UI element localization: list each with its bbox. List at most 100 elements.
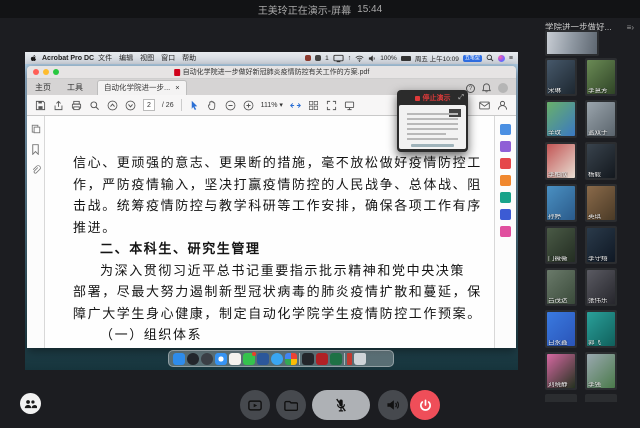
fit-width-icon[interactable] [290,100,301,111]
participant-tile[interactable]: 蓝双子 [585,100,617,138]
bookmarks-panel-icon[interactable] [31,144,40,155]
previous-page-icon[interactable] [107,100,118,111]
display-mirroring-icon[interactable] [333,53,344,64]
dock-icon[interactable] [271,353,283,365]
participant-tile[interactable]: 杨毅 [585,142,617,180]
tab-home[interactable]: 主页 [27,80,59,95]
menubar-menu-item[interactable]: 文件 [98,53,112,63]
mail-icon[interactable] [479,100,490,111]
dock-icon[interactable] [344,353,345,365]
participant-tile[interactable]: 李慧芳 [585,58,617,96]
save-icon[interactable] [35,100,46,111]
share-content-button[interactable] [276,390,306,420]
participant-name: 李柏欣 [548,172,568,179]
participant-tile[interactable]: 刘晓静 [545,352,577,390]
participant-tile[interactable]: 门薇薇 [545,226,577,264]
minimize-window-button[interactable] [43,69,49,75]
tool-icon[interactable] [500,124,511,135]
siri-icon[interactable] [498,55,505,62]
participants-logo-button[interactable] [20,393,41,414]
expand-icon[interactable]: ⤢ [458,94,464,101]
stop-share-button[interactable]: 停止演示 [423,93,451,103]
dock-icon[interactable] [243,353,255,365]
wifi-icon[interactable] [355,55,364,62]
menubar-menu-item[interactable]: 编辑 [119,53,133,63]
search-icon[interactable] [89,100,100,111]
status-icon-b[interactable] [315,55,321,61]
print-icon[interactable] [71,100,82,111]
dock-icon[interactable] [347,353,352,365]
participant-tile[interactable]: 郭飞 [585,310,617,348]
participant-tile[interactable]: 张伟乐 [585,268,617,306]
upload-arrow-icon[interactable]: ↑ [348,55,352,62]
next-page-icon[interactable] [125,100,136,111]
page-number-input[interactable]: 2 [143,99,155,111]
zoom-out-icon[interactable] [225,100,236,111]
participant-tile[interactable]: 辛玟 [545,100,577,138]
dock-icon[interactable] [187,353,199,365]
dock-icon[interactable] [215,353,227,365]
fullscreen-icon[interactable] [326,100,337,111]
zoom-level-select[interactable]: 111% ▾ [261,101,283,109]
volume-icon[interactable] [368,55,376,62]
participant-tile[interactable]: 白永鑫 [545,310,577,348]
participant-tile[interactable]: 李柏欣 [545,142,577,180]
menubar-menu-item[interactable]: 帮助 [182,53,196,63]
control-center-icon[interactable]: ≡ [509,55,513,62]
participant-tile-partial[interactable] [585,394,617,402]
participant-tile[interactable]: 英琪 [585,184,617,222]
tool-icon[interactable] [500,158,511,169]
participant-tile[interactable]: 李守翔 [585,226,617,264]
layout-toggle-icon[interactable]: ≡› [627,23,634,32]
dock-icon[interactable] [354,353,366,365]
presentation-icon[interactable] [344,100,355,111]
page-thumbnails-icon[interactable] [308,100,319,111]
spotlight-search-icon[interactable] [486,54,494,62]
page-thumbnails-panel-icon[interactable] [31,124,41,134]
tool-icon[interactable] [500,226,511,237]
account-avatar[interactable] [498,83,508,93]
dock-icon[interactable] [316,353,328,365]
notifications-bell-icon[interactable] [482,83,491,93]
dock-icon[interactable] [285,353,297,365]
menubar-clock[interactable]: 周五 上午10:09 [415,53,459,63]
tool-icon[interactable] [500,175,511,186]
zoom-in-icon[interactable] [243,100,254,111]
speaker-button[interactable] [378,390,408,420]
camera-toggle-button[interactable] [240,390,270,420]
zoom-window-button[interactable] [53,69,59,75]
stop-share-window[interactable]: 停止演示 ⤢ [397,90,468,152]
participant-tile[interactable]: 孙婷 [545,184,577,222]
hand-tool-icon[interactable] [207,100,218,111]
share-icon[interactable] [53,100,64,111]
dock-icon[interactable] [257,353,269,365]
dock-icon[interactable] [173,353,185,365]
attachments-panel-icon[interactable] [31,165,41,175]
close-tab-icon[interactable]: × [175,81,179,95]
dock-icon[interactable] [201,353,213,365]
dock-icon[interactable] [299,353,300,365]
tool-icon[interactable] [500,192,511,203]
menubar-menu-item[interactable]: 窗口 [161,53,175,63]
participant-tile[interactable]: 李强 [585,352,617,390]
participant-tile[interactable]: 吕茂达 [545,268,577,306]
tab-tools[interactable]: 工具 [59,80,91,95]
input-method-badge[interactable]: 五笔型 [463,55,482,62]
tool-icon[interactable] [500,141,511,152]
tab-document[interactable]: 自动化学院进一步... × [97,80,187,95]
status-icon-a[interactable] [305,55,311,61]
tool-icon[interactable] [500,209,511,220]
dock-icon[interactable] [330,353,342,365]
acrobat-titlebar[interactable]: 自动化学院进一步做好新冠肺炎疫情防控有关工作的方案.pdf [27,66,516,79]
screen-share-thumbnail[interactable] [545,30,599,56]
select-cursor-icon[interactable] [189,100,200,111]
dock-icon[interactable] [302,353,314,365]
leave-meeting-button[interactable] [410,390,440,420]
menubar-menu-item[interactable]: 视图 [140,53,154,63]
microphone-button[interactable] [312,390,370,420]
sign-person-icon[interactable] [497,100,508,111]
participant-tile[interactable]: 宋琳 [545,58,577,96]
participant-tile-partial[interactable] [545,394,577,402]
dock-icon[interactable] [229,353,241,365]
close-window-button[interactable] [33,69,39,75]
